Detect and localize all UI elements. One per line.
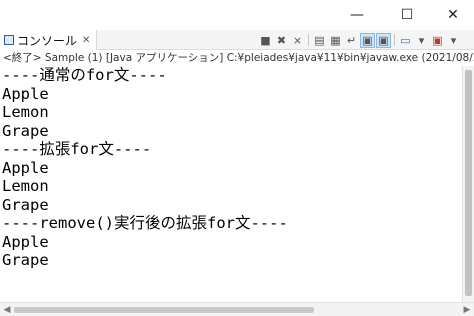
console-line: Apple — [2, 84, 49, 103]
show-stderr-icon[interactable]: ▣ — [376, 32, 391, 48]
console-line: Apple — [2, 158, 49, 177]
remove-all-icon[interactable]: ⨯ — [291, 34, 304, 47]
close-icon: ✕ — [447, 7, 459, 23]
process-status: <終了> Sample (1) [Java アプリケーション] C:¥pleia… — [0, 50, 474, 66]
clear-console-icon[interactable]: ▤ — [313, 34, 326, 47]
tab-console[interactable]: コンソール ✕ — [0, 30, 98, 50]
horizontal-scroll-thumb[interactable] — [14, 307, 314, 313]
tab-console-label: コンソール — [17, 33, 78, 48]
remove-launch-icon[interactable]: ✖ — [275, 34, 288, 47]
vertical-scroll-thumb[interactable] — [465, 70, 472, 296]
tab-close-icon[interactable]: ✕ — [82, 35, 90, 46]
open-console-dropdown-icon[interactable]: ▾ — [447, 34, 460, 47]
console-line: ----remove()実行後の拡張for文---- — [2, 214, 288, 232]
console-icon — [4, 35, 14, 45]
console-line: ----通常のfor文---- — [2, 66, 167, 84]
console-output[interactable]: ----通常のfor文---- Apple Lemon Grape ----拡張… — [0, 66, 462, 302]
horizontal-scrollbar[interactable]: ◀ ▶ — [0, 302, 474, 316]
console-line: Lemon — [2, 103, 49, 121]
word-wrap-icon[interactable]: ↵ — [345, 34, 358, 47]
open-console-icon[interactable]: ▣ — [431, 34, 444, 47]
pin-console-icon[interactable]: ▭ — [399, 34, 412, 47]
scroll-lock-icon[interactable]: ▦ — [329, 34, 342, 47]
maximize-icon: ☐ — [400, 7, 414, 23]
console-line: Grape — [2, 195, 49, 214]
console-line: Grape — [2, 251, 49, 269]
show-stdout-icon[interactable]: ▣ — [360, 32, 375, 48]
toolbar-separator — [308, 34, 309, 46]
display-selected-console-icon[interactable]: ▾ — [415, 34, 428, 47]
console-line: ----拡張for文---- — [2, 140, 152, 158]
vertical-scrollbar[interactable] — [462, 66, 474, 302]
toolbar-icons: ■ ✖ ⨯ ▤ ▦ ↵ ▣ ▣ ▭ ▾ ▣ ▾ — [259, 32, 460, 48]
terminate-icon[interactable]: ■ — [259, 34, 272, 47]
console-line: Apple — [2, 232, 49, 251]
minimize-button[interactable]: — — [334, 0, 380, 30]
scroll-right-icon[interactable]: ▶ — [461, 304, 473, 316]
close-button[interactable]: ✕ — [430, 0, 474, 30]
console-line: Grape — [2, 121, 49, 140]
console-line: Lemon — [2, 177, 49, 195]
scroll-left-icon[interactable]: ◀ — [1, 304, 13, 316]
maximize-button[interactable]: ☐ — [384, 0, 430, 30]
console-view-toolbar: コンソール ✕ ■ ✖ ⨯ ▤ ▦ ↵ ▣ ▣ ▭ ▾ ▣ ▾ — [0, 30, 474, 50]
window-titlebar: — ☐ ✕ — [0, 0, 474, 30]
minimize-icon: — — [350, 7, 364, 23]
toolbar-separator — [394, 34, 395, 46]
